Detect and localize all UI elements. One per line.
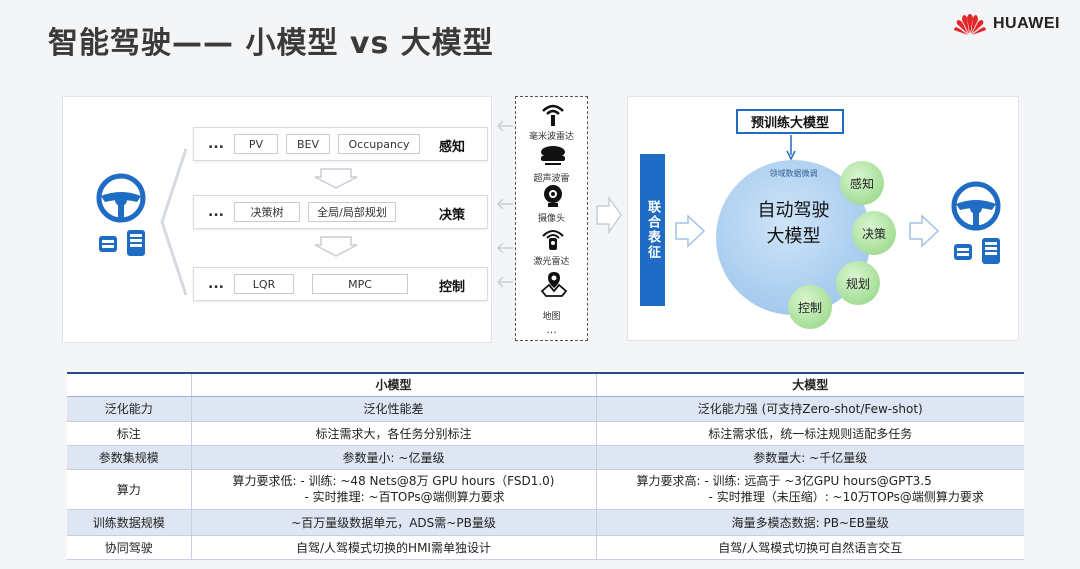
table-header-attr bbox=[67, 372, 191, 397]
table-row: 标注 标注需求大，各任务分别标注 标注需求低，统一标注规则适配多任务 bbox=[67, 421, 1024, 446]
right-arrow-icon bbox=[675, 214, 706, 248]
chip-planning: 全局/局部规划 bbox=[308, 202, 396, 222]
radar-icon bbox=[542, 104, 564, 126]
row-large: 自驾/人驾模式切换可自然语言交互 bbox=[595, 535, 1024, 560]
table-row: 训练数据规模 ~百万量级数据单元，ADS需~PB量级 海量多模态数据: PB~E… bbox=[67, 509, 1024, 536]
chip-mpc: MPC bbox=[312, 274, 408, 294]
table-row: 泛化能力 泛化性能差 泛化能力强 (可支持Zero-shot/Few-shot) bbox=[67, 396, 1024, 422]
row-label-decision: 决策 bbox=[438, 208, 465, 223]
joint-representation: 联合表征 bbox=[640, 154, 665, 306]
row-large: 标注需求低，统一标注规则适配多任务 bbox=[595, 421, 1024, 446]
brand: HUAWEI bbox=[953, 12, 1060, 36]
page-title: 智能驾驶—— 小模型 vs 大模型 bbox=[48, 26, 494, 61]
chip-occupancy: Occupancy bbox=[338, 134, 420, 154]
sensor-label-camera: 摄像头 bbox=[537, 214, 565, 224]
pretrain-large-model: 预训练大模型 bbox=[736, 109, 844, 134]
down-arrow-icon bbox=[314, 236, 358, 257]
right-arrow-icon bbox=[596, 196, 622, 234]
row-attr: 训练数据规模 bbox=[67, 509, 191, 536]
row-small: 泛化性能差 bbox=[190, 396, 596, 422]
row-large: 算力要求高: - 训练: 远高于 ~3亿GPU hours@GPT3.5 - 实… bbox=[595, 469, 1024, 510]
comparison-table: 小模型 大模型 泛化能力 泛化性能差 泛化能力强 (可支持Zero-shot/F… bbox=[67, 372, 1024, 560]
table-header-row: 小模型 大模型 bbox=[67, 372, 1024, 397]
sensor-label-ultrasonic: 超声波雷 bbox=[533, 174, 570, 184]
row-attr: 泛化能力 bbox=[67, 396, 191, 422]
down-arrow-icon bbox=[314, 168, 358, 189]
sensor-label-map: 地图 bbox=[542, 312, 561, 322]
row-small: 自驾/人驾模式切换的HMI需单独设计 bbox=[190, 535, 596, 560]
table-row: 协同驾驶 自驾/人驾模式切换的HMI需单独设计 自驾/人驾模式切换可自然语言交互 bbox=[67, 535, 1024, 560]
sensor-to-stack-arrows bbox=[496, 120, 513, 288]
row-large-line1: 算力要求高: - 训练: 远高于 ~3亿GPU hours@GPT3.5 bbox=[636, 474, 932, 488]
row-large: 泛化能力强 (可支持Zero-shot/Few-shot) bbox=[595, 396, 1024, 422]
stack-row-perception: ... PV BEV Occupancy 感知 bbox=[193, 127, 488, 161]
task-perception: 感知 bbox=[840, 161, 884, 205]
table-header-small: 小模型 bbox=[190, 372, 596, 397]
row-attr: 算力 bbox=[67, 469, 191, 510]
chip-bev: BEV bbox=[286, 134, 330, 154]
chip-decision-tree: 决策树 bbox=[234, 202, 300, 222]
row-attr: 协同驾驶 bbox=[67, 535, 191, 560]
brand-name: HUAWEI bbox=[993, 15, 1060, 32]
row-small-line1: 算力要求低: - 训练: ~48 Nets@8万 GPU hours（FSD1.… bbox=[232, 474, 555, 488]
large-model-title-line1: 自动驾驶 bbox=[757, 200, 830, 221]
ultrasonic-icon bbox=[541, 146, 565, 165]
row-attr: 参数集规模 bbox=[67, 445, 191, 470]
stack-row-control: ... LQR MPC 控制 bbox=[193, 267, 488, 301]
row-small-line2: - 实时推理: ~百TOPs@端侧算力要求 bbox=[304, 490, 505, 504]
task-control: 控制 bbox=[788, 285, 832, 329]
table-row: 算力 算力要求低: - 训练: ~48 Nets@8万 GPU hours（FS… bbox=[67, 469, 1024, 510]
stack-row-decision: ... 决策树 全局/局部规划 决策 bbox=[193, 195, 488, 229]
driver-control-icon bbox=[96, 173, 146, 256]
right-arrow-icon bbox=[909, 214, 940, 248]
row-ellipsis: ... bbox=[208, 276, 224, 292]
sensor-more: ... bbox=[546, 323, 557, 336]
row-small: 参数量小: ~亿量级 bbox=[190, 445, 596, 470]
task-decision: 决策 bbox=[852, 211, 896, 255]
small-model-panel: ... PV BEV Occupancy 感知 ... 决策树 全局/局部规划 … bbox=[62, 96, 492, 343]
row-large: 参数量大: ~千亿量级 bbox=[595, 445, 1024, 470]
map-icon bbox=[540, 272, 568, 297]
row-large-line2: - 实时推理（未压缩）: ~10万TOPs@端侧算力要求 bbox=[708, 490, 984, 504]
sensor-list: 毫米波雷达 超声波雷 摄像头 激光雷达 地图 ... bbox=[515, 96, 588, 341]
large-model-panel: 联合表征 预训练大模型 领域数据微调 自动驾驶 大模型 感知 决策 规划 控制 bbox=[627, 96, 1019, 341]
large-model-title-line2: 大模型 bbox=[766, 226, 821, 247]
table-header-large: 大模型 bbox=[595, 372, 1024, 397]
lidar-icon bbox=[542, 230, 564, 250]
row-small: 标注需求大，各任务分别标注 bbox=[190, 421, 596, 446]
chip-lqr: LQR bbox=[234, 274, 294, 294]
huawei-logo-icon bbox=[954, 14, 986, 35]
row-label-control: 控制 bbox=[438, 280, 465, 295]
camera-icon bbox=[544, 185, 562, 207]
task-planning: 规划 bbox=[836, 261, 880, 305]
row-label-perception: 感知 bbox=[438, 140, 465, 155]
sensor-label-radar: 毫米波雷达 bbox=[528, 132, 574, 142]
sensor-label-lidar: 激光雷达 bbox=[533, 257, 570, 267]
row-ellipsis: ... bbox=[208, 136, 224, 152]
row-large: 海量多模态数据: PB~EB量级 bbox=[595, 509, 1024, 536]
row-small: ~百万量级数据单元，ADS需~PB量级 bbox=[190, 509, 596, 536]
table-row: 参数集规模 参数量小: ~亿量级 参数量大: ~千亿量级 bbox=[67, 445, 1024, 470]
row-small: 算力要求低: - 训练: ~48 Nets@8万 GPU hours（FSD1.… bbox=[190, 469, 596, 510]
left-chevron-icon bbox=[160, 148, 188, 296]
chip-pv: PV bbox=[234, 134, 278, 154]
large-model-title: 自动驾驶 大模型 bbox=[716, 198, 871, 250]
down-arrow-icon bbox=[786, 135, 796, 161]
driver-control-icon bbox=[951, 181, 1001, 264]
row-attr: 标注 bbox=[67, 421, 191, 446]
row-ellipsis: ... bbox=[208, 204, 224, 220]
